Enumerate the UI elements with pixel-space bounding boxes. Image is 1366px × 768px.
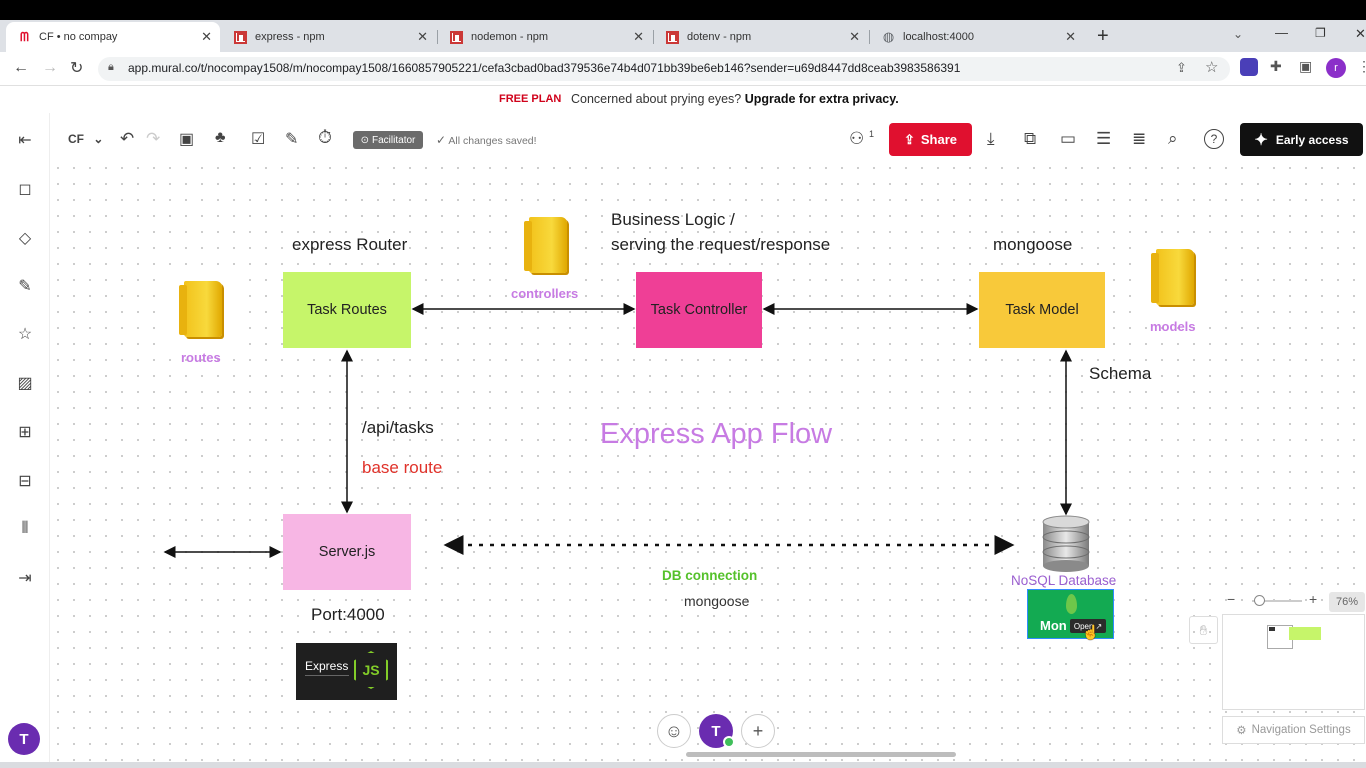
express-logo-text: Express	[305, 659, 349, 673]
board-title[interactable]: Express App Flow	[600, 418, 832, 451]
label-base-route[interactable]: base route	[362, 458, 442, 478]
hand-tool-icon[interactable]: ✋︎	[1189, 616, 1218, 644]
smiley-icon: ☺	[664, 720, 684, 741]
label-nosql-database[interactable]: NoSQL Database	[1011, 573, 1116, 588]
gear-icon: ⚙	[1236, 725, 1247, 737]
label-mongoose-bottom[interactable]: mongoose	[684, 593, 749, 609]
folder-icon	[1151, 249, 1194, 305]
label-schema[interactable]: Schema	[1089, 364, 1151, 384]
plus-icon: +	[752, 720, 764, 741]
folder-icon	[524, 217, 567, 273]
minimap[interactable]	[1222, 614, 1365, 710]
folder-routes[interactable]	[166, 272, 240, 346]
navigation-settings-label: Navigation Settings	[1251, 724, 1351, 736]
mouse-cursor-icon: ☝	[1082, 624, 1100, 640]
minimap-item	[1289, 627, 1321, 640]
folder-label-models: models	[1150, 319, 1196, 334]
folder-icon	[179, 281, 222, 337]
label-db-connection[interactable]: DB connection	[662, 568, 757, 583]
nodejs-hexagon-icon: JS	[354, 651, 388, 689]
label-serving-request[interactable]: serving the request/response	[611, 235, 830, 255]
express-subtitle-line	[305, 675, 349, 676]
express-js-image[interactable]: Express JS	[296, 643, 397, 700]
invite-button[interactable]: +	[741, 714, 775, 748]
horizontal-scrollbar[interactable]	[686, 752, 956, 757]
folder-models[interactable]	[1138, 240, 1212, 314]
online-badge-icon	[723, 736, 735, 748]
emoji-reaction-button[interactable]: ☺	[657, 714, 691, 748]
taskbar-strip	[0, 762, 1366, 768]
zoom-in-icon[interactable]: +	[1309, 591, 1317, 607]
label-port[interactable]: Port:4000	[311, 605, 385, 625]
folder-label-controllers: controllers	[511, 286, 579, 301]
minimap-item	[1269, 627, 1275, 631]
database-icon[interactable]	[1040, 514, 1092, 572]
mongodb-text: Mon	[1040, 618, 1067, 633]
connector-layer	[163, 303, 1072, 558]
sticky-task-routes[interactable]: Task Routes	[283, 272, 411, 348]
zoom-level[interactable]: 76%	[1329, 592, 1365, 612]
folder-label-routes: routes	[181, 350, 221, 365]
zoom-out-icon[interactable]: −	[1227, 591, 1235, 607]
navigation-settings-button[interactable]: ⚙ Navigation Settings	[1222, 716, 1365, 744]
sticky-task-model[interactable]: Task Model	[979, 272, 1105, 348]
zoom-slider-handle[interactable]	[1254, 595, 1265, 606]
folder-controllers[interactable]	[511, 208, 585, 282]
sticky-task-controller[interactable]: Task Controller	[636, 272, 762, 348]
label-business-logic[interactable]: Business Logic /	[611, 210, 735, 230]
mongodb-logo-widget[interactable]: Mon Open ↗	[1027, 589, 1114, 639]
sticky-server[interactable]: Server.js	[283, 514, 411, 590]
mongodb-leaf-icon	[1066, 594, 1077, 614]
label-api-tasks[interactable]: /api/tasks	[362, 418, 434, 438]
label-express-router[interactable]: express Router	[292, 235, 407, 255]
label-mongoose-top[interactable]: mongoose	[993, 235, 1072, 255]
